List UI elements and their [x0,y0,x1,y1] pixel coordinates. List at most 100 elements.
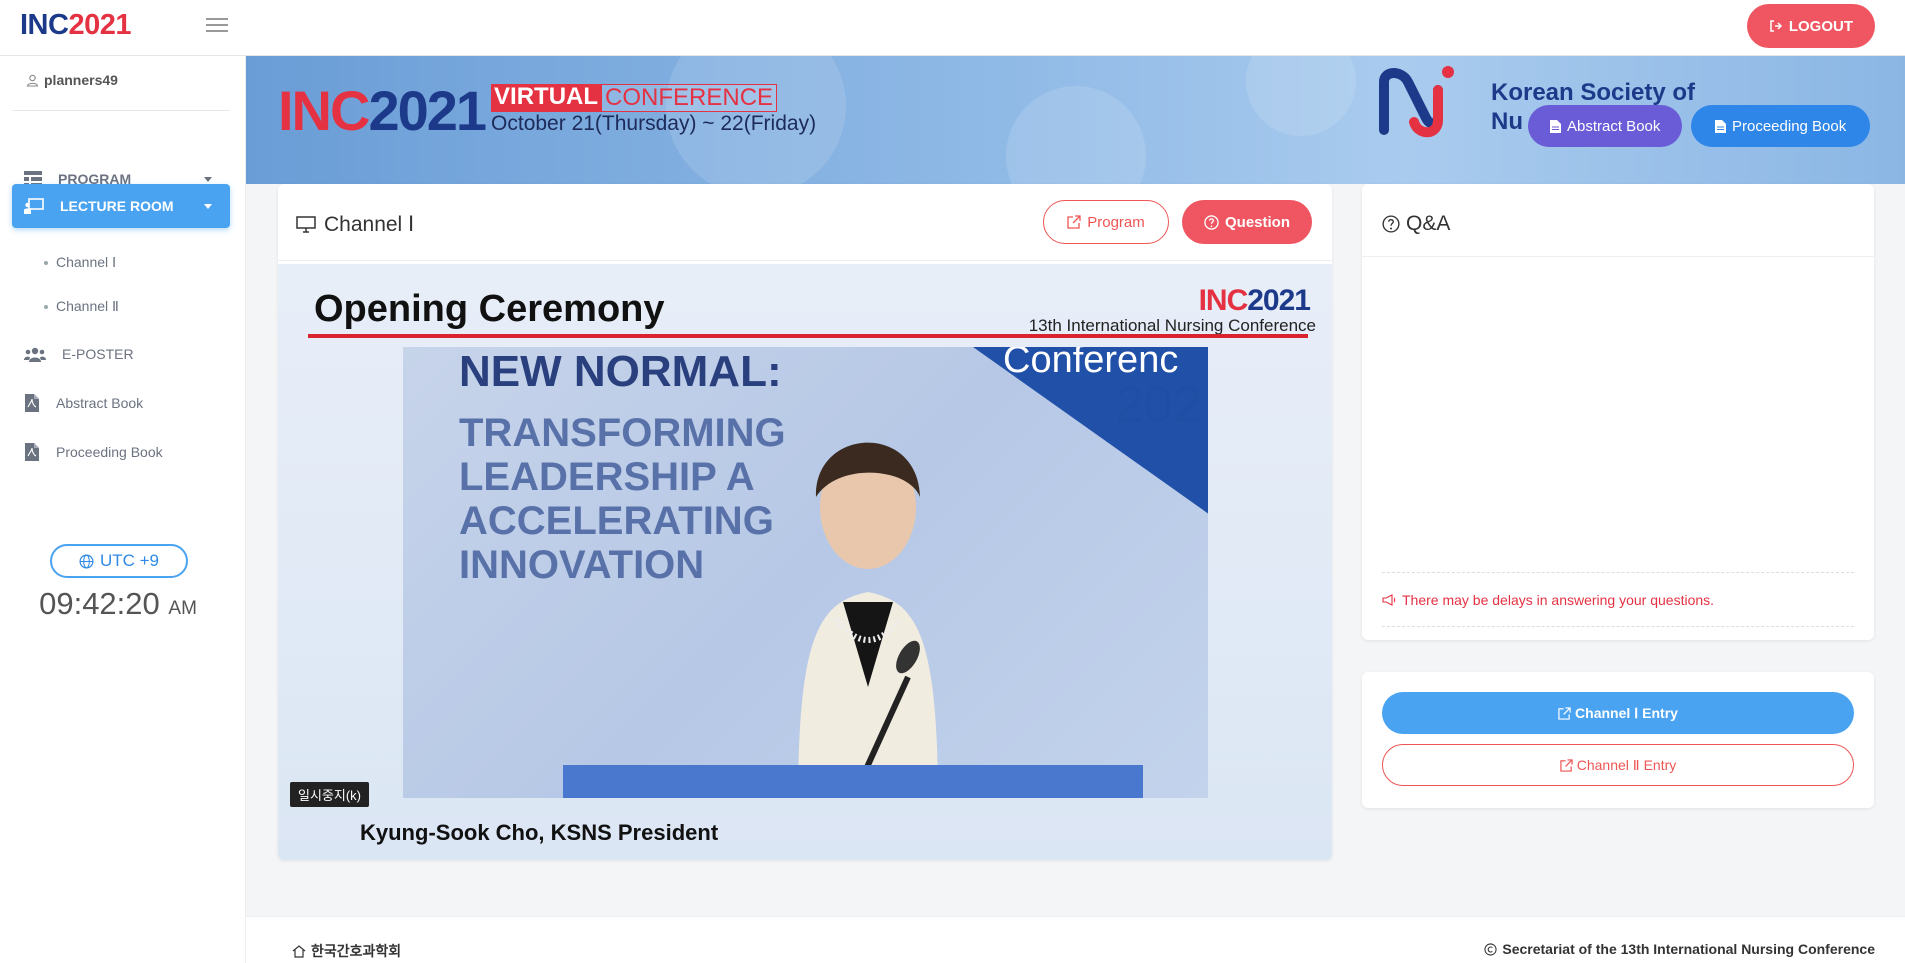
monitor-icon [296,216,316,233]
question-button-label: Question [1224,213,1290,231]
footer-right-text: Secretariat of the 13th International Nu… [1502,941,1875,957]
conference-banner: INC2021 VIRTUAL CONFERENCE October 21(Th… [246,56,1905,184]
speaker-caption: Kyung-Sook Cho, KSNS President [360,820,719,845]
subitem-label: Channel Ⅱ [56,298,119,314]
sidebar-subitem-channel-1[interactable]: Channel Ⅰ [44,254,116,271]
footer-left-text: 한국간호과학회 [311,943,402,959]
channel-1-entry-button[interactable]: Channel Ⅰ Entry [1382,692,1854,734]
chevron-down-icon [204,176,212,182]
video-conference-subtitle: 13th International Nursing Conference [1028,316,1316,335]
channel-2-entry-label: Channel Ⅱ Entry [1576,756,1677,773]
sidebar-subitem-channel-2[interactable]: Channel Ⅱ [44,298,119,315]
clock-ampm: AM [168,598,197,619]
chevron-down-icon [204,203,212,209]
file-icon [1550,119,1561,133]
bullet-icon [44,304,48,309]
channel-title: Channel Ⅰ [324,213,415,236]
sidebar: planners49 PROGRAM LECTURE ROOM Channel … [0,56,246,963]
brand-inc: INC [20,9,69,41]
video-inc: INC [1198,284,1249,317]
program-button-label: Program [1087,213,1145,231]
channel-1-entry-label: Channel Ⅰ Entry [1575,704,1678,721]
channel-2-entry-button[interactable]: Channel Ⅱ Entry [1382,744,1854,786]
qa-notice: There may be delays in answering your qu… [1382,592,1714,608]
card-divider [1362,256,1874,257]
video-year: 2021 [1247,284,1311,317]
slide-line: INNOVATION [459,543,705,587]
footer: 한국간호과학회 Secretariat of the 13th Internat… [246,916,1905,963]
pdf-file-icon [25,443,39,461]
timezone-button[interactable]: UTC +9 [50,544,188,578]
sidebar-item-label: LECTURE ROOM [60,198,174,214]
question-circle-icon [1204,214,1219,230]
dashed-divider [1382,626,1854,627]
banner-inc: INC [278,79,370,142]
abstract-book-label: Abstract Book [1567,117,1661,135]
user-info: planners49 [26,72,118,88]
video-frame: Conferenc 202 NEW NORMAL: TRANSFORMING L… [403,347,1208,798]
banner-dates: October 21(Thursday) ~ 22(Friday) [491,112,817,135]
home-icon [292,944,306,958]
external-link-icon [1067,215,1081,229]
video-divider-line [308,334,1308,338]
external-link-icon [1560,758,1573,772]
banner-conference: CONFERENCE [601,84,778,112]
logout-icon [1770,20,1782,32]
username: planners49 [44,72,118,88]
users-icon [24,347,46,362]
decorative-bubble [1246,56,1356,136]
banner-title: INC2021 VIRTUAL CONFERENCE October 21(Th… [278,83,817,139]
sidebar-item-abstract-book[interactable]: Abstract Book [12,381,230,425]
logout-button[interactable]: LOGOUT [1746,4,1875,48]
slide-line: TRANSFORMING [459,411,786,455]
ksns-logo-icon [1379,66,1454,138]
dashed-divider [1382,572,1854,573]
subitem-label: Channel Ⅰ [56,254,117,270]
pause-hint: 일시중지(k) [290,782,369,807]
footer-home[interactable]: 한국간호과학회 [292,941,401,961]
sidebar-item-lecture-room[interactable]: LECTURE ROOM [12,184,230,228]
slide-line: LEADERSHIP A [459,455,755,499]
abstract-book-button[interactable]: Abstract Book [1528,105,1683,147]
file-icon [1715,119,1726,133]
question-circle-icon [1382,215,1400,233]
channel-entry-card: Channel Ⅰ Entry Channel Ⅱ Entry [1362,672,1874,808]
sidebar-item-label: Abstract Book [56,395,144,411]
sidebar-item-eposter[interactable]: E-POSTER [12,332,230,376]
presentation-icon [24,198,44,214]
megaphone-icon [1382,594,1396,606]
copyright-icon [1484,942,1497,956]
video-title: Opening Ceremony [314,288,665,330]
sidebar-item-proceeding-book[interactable]: Proceeding Book [12,430,230,474]
banner-year: 2021 [368,79,487,142]
speaker-figure [798,442,938,798]
slide-body: TRANSFORMING LEADERSHIP A ACCELERATING I… [459,411,786,587]
menu-toggle-icon[interactable] [206,14,228,34]
banner-virtual: VIRTUAL [491,84,602,112]
card-divider [278,260,1332,261]
sidebar-divider [12,110,230,111]
logout-label: LOGOUT [1788,17,1853,35]
clock: 09:42:20 AM [0,586,236,622]
pdf-file-icon [25,394,39,412]
qa-title: Q&A [1406,212,1451,235]
external-link-icon [1558,706,1571,720]
video-player[interactable]: Opening Ceremony INC2021 13th Internatio… [278,264,1332,860]
channel-header: Channel Ⅰ [296,212,414,237]
question-button[interactable]: Question [1182,200,1312,244]
qa-card: Q&A There may be delays in answering you… [1362,184,1874,640]
clock-time: 09:42:20 [39,586,160,621]
globe-icon [79,554,94,568]
brand-logo[interactable]: INC2021 [20,9,131,41]
user-icon [26,74,39,87]
channel-card: Channel Ⅰ Program Question Opening Cerem… [278,184,1332,860]
slide-year: 202 [1115,376,1202,434]
proceeding-book-button[interactable]: Proceeding Book [1691,105,1871,147]
slide-heading: NEW NORMAL: [459,347,782,396]
footer-copyright: Secretariat of the 13th International Nu… [1484,941,1875,957]
video-inc-logo: INC2021 [1198,284,1311,318]
program-button[interactable]: Program [1043,200,1169,244]
bullet-icon [44,260,48,265]
society-line-1: Korean Society of [1491,79,1696,106]
qa-notice-text: There may be delays in answering your qu… [1402,592,1715,608]
